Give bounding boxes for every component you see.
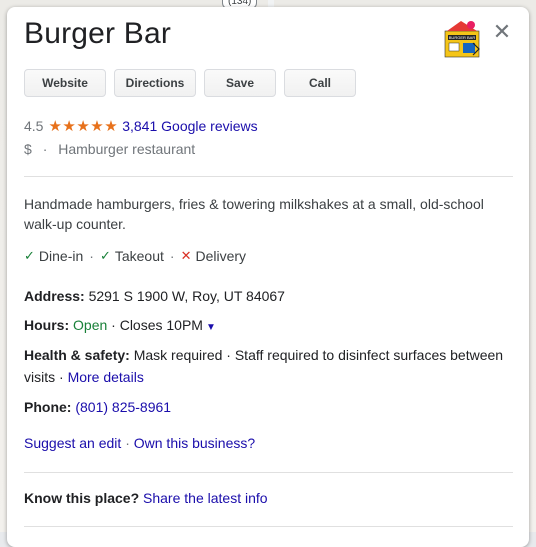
hours-status: Open — [73, 317, 108, 333]
health-safety-row: Health & safety: Mask required · Staff r… — [24, 344, 509, 388]
address-row: Address: 5291 S 1900 W, Roy, UT 84067 — [24, 285, 509, 307]
option-separator: · — [89, 248, 94, 264]
delivery-label: Delivery — [195, 248, 247, 264]
suggest-row: Suggest an edit · Own this business? — [24, 435, 255, 451]
rating-row: 4.5 ★★★★★ 3,841 Google reviews — [24, 117, 258, 135]
website-button[interactable]: Website — [24, 69, 106, 97]
hours-label: Hours: — [24, 317, 70, 333]
category-type: Hamburger restaurant — [58, 141, 196, 157]
directions-button[interactable]: Directions — [114, 69, 196, 97]
divider — [24, 472, 513, 473]
hours-row: Hours: Open · Closes 10PM ▼ — [24, 314, 509, 339]
price-level: $ — [24, 141, 32, 157]
close-icon[interactable]: ✕ — [491, 21, 513, 43]
health-label: Health & safety: — [24, 347, 130, 363]
takeout-label: Takeout — [114, 248, 164, 264]
divider — [24, 526, 513, 527]
business-logo: BURGER BAR — [443, 19, 481, 59]
own-business-link[interactable]: Own this business? — [134, 435, 255, 451]
know-place-row: Know this place? Share the latest info — [24, 490, 268, 506]
service-options: ✓ Dine-in · ✓ Takeout · ✕ Delivery — [24, 248, 246, 264]
phone-link[interactable]: (801) 825-8961 — [75, 399, 171, 415]
call-button[interactable]: Call — [284, 69, 356, 97]
dine-in-label: Dine-in — [38, 248, 84, 264]
share-info-link[interactable]: Share the latest info — [143, 490, 268, 506]
place-description: Handmade hamburgers, fries & towering mi… — [24, 196, 484, 232]
check-icon: ✓ — [24, 248, 35, 263]
hours-closes[interactable]: · Closes 10PM — [111, 317, 203, 333]
divider — [24, 176, 513, 177]
option-separator: · — [169, 248, 175, 264]
place-title: Burger Bar — [24, 17, 172, 50]
cross-icon: ✕ — [180, 248, 192, 263]
action-buttons: Website Directions Save Call — [24, 69, 356, 97]
footer-separator: · — [125, 435, 130, 451]
rating-stars: ★★★★★ — [48, 118, 119, 135]
suggest-edit-link[interactable]: Suggest an edit — [24, 435, 121, 451]
phone-row: Phone: (801) 825-8961 — [24, 396, 509, 418]
category-separator: · — [42, 141, 48, 157]
rating-score: 4.5 — [24, 118, 44, 134]
reviews-link[interactable]: 3,841 Google reviews — [122, 118, 257, 134]
phone-label: Phone: — [24, 399, 72, 415]
category-row: $ · Hamburger restaurant — [24, 141, 195, 157]
more-details-link[interactable]: More details — [68, 369, 144, 385]
address-value[interactable]: 5291 S 1900 W, Roy, UT 84067 — [89, 288, 285, 304]
know-label: Know this place? — [24, 490, 140, 506]
place-info-card: Burger Bar BURGER BAR ✕ Website Directio… — [7, 7, 529, 547]
check-icon: ✓ — [99, 248, 111, 263]
address-label: Address: — [24, 288, 85, 304]
save-button[interactable]: Save — [204, 69, 276, 97]
chevron-down-icon[interactable]: ▼ — [206, 322, 216, 333]
svg-text:BURGER BAR: BURGER BAR — [449, 35, 476, 40]
